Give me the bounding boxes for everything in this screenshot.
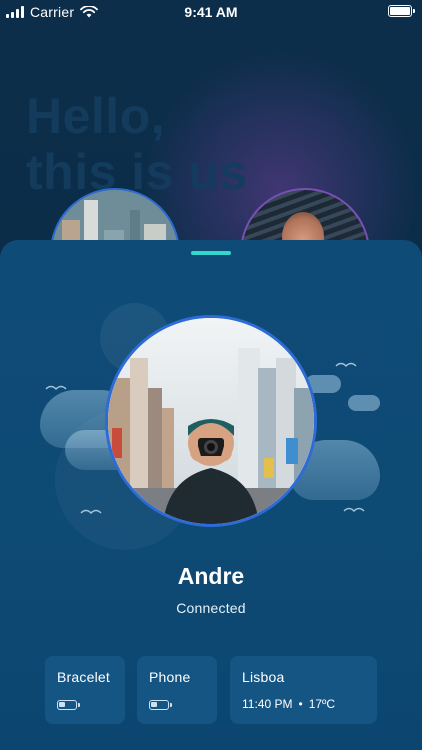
location-temperature: 17ºC [308,697,336,711]
wifi-icon [80,6,99,18]
battery-level-fill [390,7,410,15]
profile-avatar[interactable] [105,315,317,527]
location-card[interactable]: Lisboa 11:40 PM • 17ºC [230,656,377,724]
bracelet-label: Bracelet [57,669,110,685]
carrier-label: Carrier [30,4,75,20]
connection-status: Connected [176,600,246,616]
status-bar: Carrier 9:41 AM [0,0,422,24]
bird-icon [80,509,102,515]
bird-icon [335,362,357,368]
location-label: Lisboa [242,669,285,685]
profile-sheet: Andre Connected Bracelet Phone Lisboa 11… [0,240,422,750]
status-bar-left: Carrier [6,4,99,20]
battery-icon [388,5,415,17]
location-time: 11:40 PM [242,697,293,711]
profile-photo [108,318,314,524]
sheet-grabber-handle[interactable] [191,251,231,255]
signal-icon [6,6,24,18]
battery-low-icon [57,700,80,710]
cloud-icon [348,395,380,411]
headline-line-1: Hello, [26,88,166,144]
status-time: 9:41 AM [184,4,238,20]
battery-low-icon [149,700,172,710]
phone-card[interactable]: Phone [137,656,217,724]
separator-dot: • [298,697,303,711]
bracelet-card[interactable]: Bracelet [45,656,125,724]
profile-name: Andre [177,563,245,589]
location-details: 11:40 PM • 17ºC [242,697,335,711]
background-headline: Hello, this is us [26,88,248,200]
bird-icon [45,385,67,391]
bracelet-battery-level [59,702,65,707]
phone-battery-level [151,702,157,707]
bird-icon [343,507,365,513]
phone-label: Phone [149,669,191,685]
